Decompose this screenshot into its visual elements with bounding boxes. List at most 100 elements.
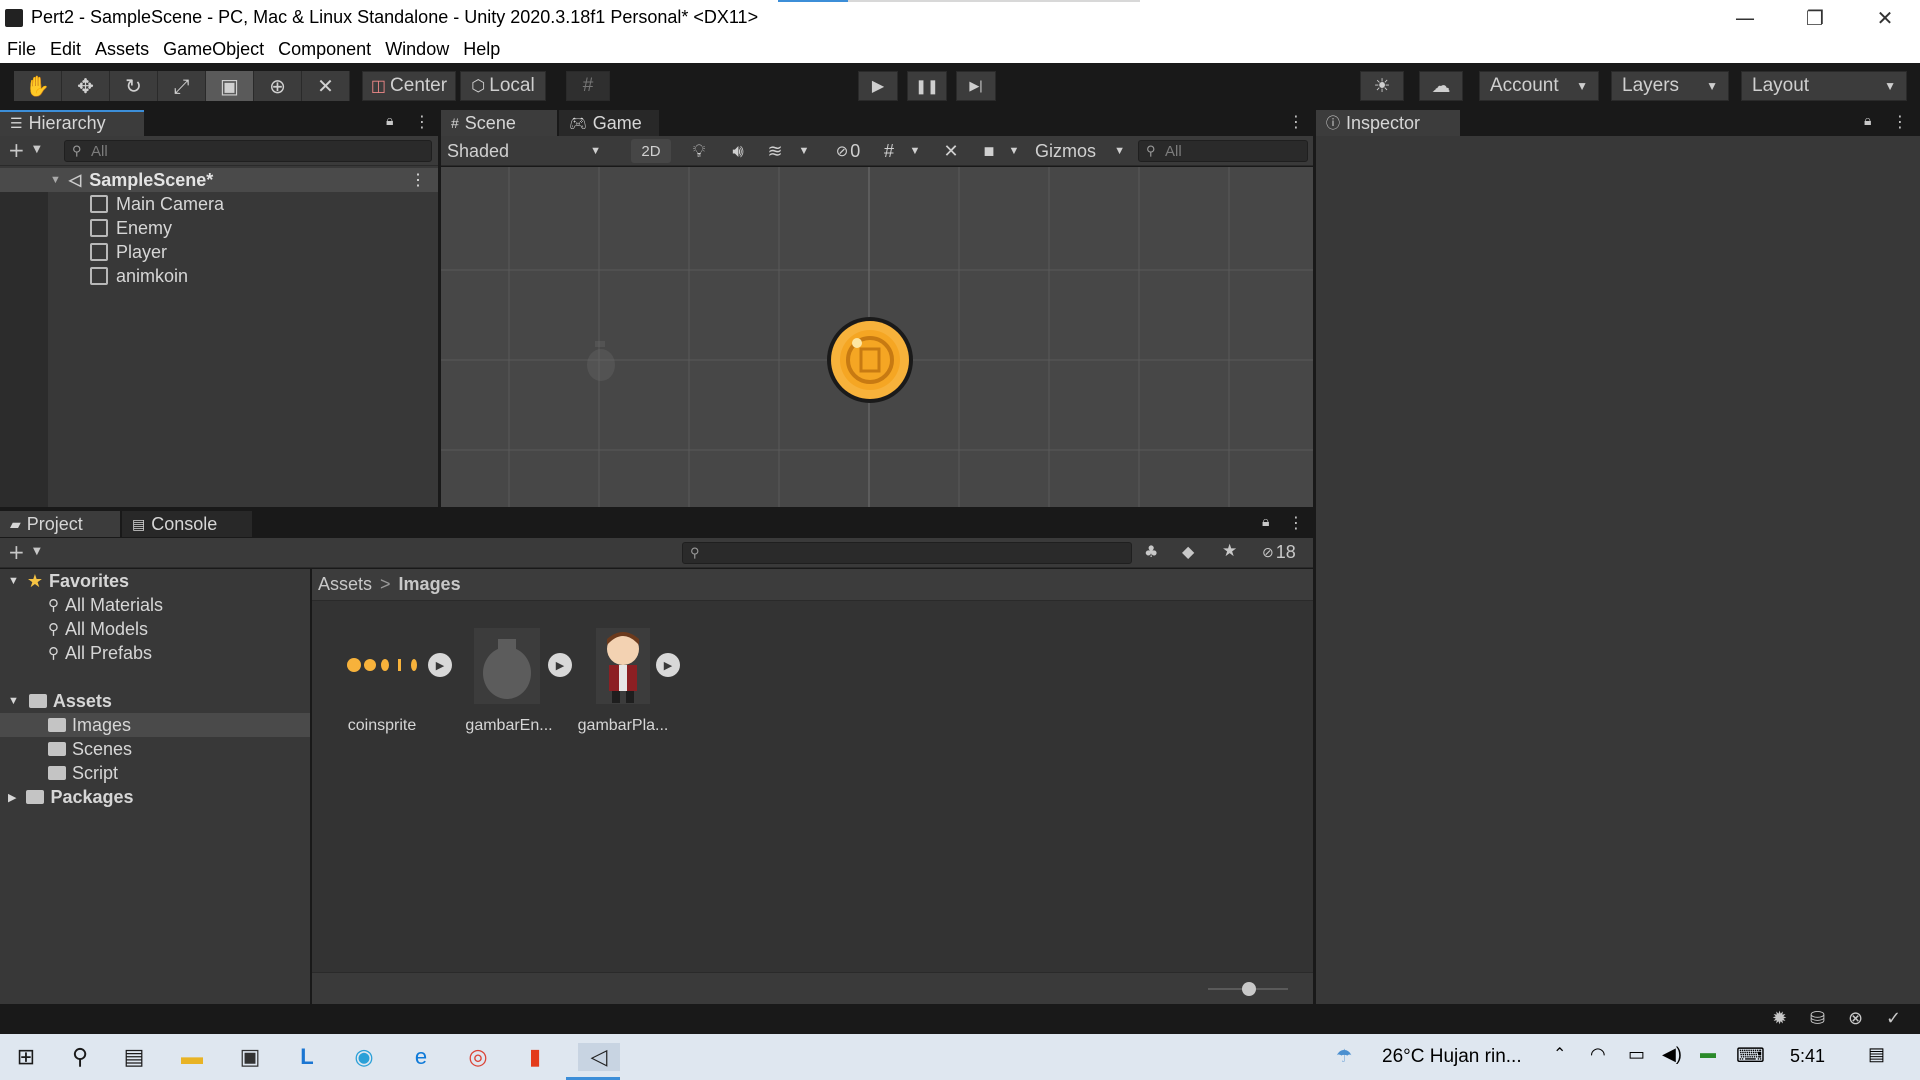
rect-tool-icon[interactable]: ▣ bbox=[206, 71, 254, 101]
account-dropdown[interactable]: Account ▼ bbox=[1479, 71, 1599, 101]
audio-toggle-icon[interactable]: 🔊︎ bbox=[726, 139, 750, 163]
menu-window[interactable]: Window bbox=[378, 39, 456, 60]
hierarchy-item[interactable]: Main Camera bbox=[90, 192, 224, 216]
packages-row[interactable]: ▶ Packages bbox=[0, 785, 310, 809]
lighting-toggle-icon[interactable]: 💡︎ bbox=[687, 139, 711, 163]
menu-edit[interactable]: Edit bbox=[43, 39, 88, 60]
hidden-objects-toggle[interactable]: ⊘ 0 bbox=[825, 139, 871, 163]
menu-assets[interactable]: Assets bbox=[88, 39, 156, 60]
tab-project[interactable]: ▰ Project bbox=[0, 511, 120, 537]
zoom-slider-thumb[interactable] bbox=[1242, 982, 1256, 996]
chrome-icon[interactable]: ◎ bbox=[464, 1043, 492, 1071]
tab-hierarchy[interactable]: ☰ Hierarchy bbox=[0, 110, 144, 136]
chevron-down-icon[interactable]: ▼ bbox=[907, 139, 923, 163]
layout-dropdown[interactable]: Layout ▼ bbox=[1741, 71, 1907, 101]
network-icon[interactable]: ⊗ bbox=[1848, 1008, 1863, 1029]
keyboard-icon[interactable]: ⌨ bbox=[1736, 1043, 1765, 1068]
chevron-down-icon[interactable]: ▼ bbox=[33, 546, 41, 557]
shading-mode-dropdown[interactable]: Shaded ▼ bbox=[447, 139, 607, 163]
battery-icon[interactable]: ▬ bbox=[1700, 1045, 1716, 1063]
tree-item-selected[interactable]: Images bbox=[0, 713, 310, 737]
search-icon[interactable]: ⚲ bbox=[66, 1043, 94, 1071]
hierarchy-item[interactable]: animkoin bbox=[90, 264, 188, 288]
asset-gambarplayer[interactable]: ▶ gambarPla... bbox=[566, 625, 680, 735]
tools-toggle-icon[interactable]: ✕ bbox=[939, 139, 963, 163]
tree-item[interactable]: ⚲ All Materials bbox=[0, 593, 310, 617]
debug-icon[interactable]: ✹ bbox=[1772, 1008, 1787, 1029]
cloud-button[interactable]: ☁ bbox=[1419, 71, 1463, 101]
collab-button[interactable]: ☀ bbox=[1360, 71, 1404, 101]
add-icon[interactable]: + bbox=[8, 138, 25, 162]
scene-viewport[interactable] bbox=[441, 167, 1313, 507]
play-icon[interactable]: ▶ bbox=[656, 653, 680, 677]
store-icon[interactable]: ▣ bbox=[236, 1043, 264, 1071]
hand-tool-icon[interactable]: ✋ bbox=[14, 71, 62, 101]
tab-console[interactable]: ▤ Console bbox=[122, 511, 252, 537]
tab-scene[interactable]: # Scene bbox=[441, 110, 557, 136]
menu-help[interactable]: Help bbox=[456, 39, 507, 60]
project-search-input[interactable]: ⚲ bbox=[682, 542, 1132, 564]
asset-coinsprite[interactable]: ▶ coinsprite bbox=[322, 625, 452, 735]
filter-type-icon[interactable]: ♣ bbox=[1144, 542, 1158, 561]
custom-tool-icon[interactable]: ✕ bbox=[302, 71, 350, 101]
lock-icon[interactable]: 🔒︎ bbox=[1262, 514, 1269, 530]
chevron-down-icon[interactable]: ▼ bbox=[1006, 139, 1022, 163]
favorites-row[interactable]: ▼ ★ Favorites bbox=[0, 569, 310, 593]
assets-row[interactable]: ▼ Assets bbox=[0, 689, 310, 713]
kebab-menu-icon[interactable]: ⋮ bbox=[414, 112, 430, 131]
tree-item[interactable]: ⚲ All Models bbox=[0, 617, 310, 641]
play-button[interactable]: ▶ bbox=[858, 71, 898, 101]
play-icon[interactable]: ▶ bbox=[428, 653, 452, 677]
windows-start-icon[interactable]: ⊞ bbox=[12, 1043, 40, 1071]
menu-file[interactable]: File bbox=[0, 39, 43, 60]
asset-gambarenemy[interactable]: ▶ gambarEn... bbox=[452, 625, 572, 735]
expand-arrow-icon[interactable]: ▼ bbox=[8, 575, 19, 587]
rotate-tool-icon[interactable]: ↻ bbox=[110, 71, 158, 101]
layers-dropdown[interactable]: Layers ▼ bbox=[1611, 71, 1729, 101]
lock-icon[interactable]: 🔒︎ bbox=[1864, 113, 1871, 129]
add-icon[interactable]: + bbox=[8, 540, 25, 564]
breadcrumb-images[interactable]: Images bbox=[399, 574, 461, 595]
camera-icon[interactable]: ■ bbox=[977, 139, 1001, 163]
edge-icon[interactable]: e bbox=[407, 1043, 435, 1071]
chevron-down-icon[interactable]: ▼ bbox=[796, 139, 812, 163]
menu-gameobject[interactable]: GameObject bbox=[156, 39, 271, 60]
notification-icon[interactable]: ▤ bbox=[1868, 1044, 1885, 1065]
kebab-menu-icon[interactable]: ⋮ bbox=[410, 170, 426, 190]
expand-arrow-icon[interactable]: ▶ bbox=[8, 791, 16, 804]
wifi-icon[interactable]: ◠ bbox=[1590, 1044, 1606, 1065]
volume-icon[interactable]: ◀) bbox=[1662, 1044, 1682, 1065]
hierarchy-item[interactable]: Player bbox=[90, 240, 167, 264]
tree-item[interactable]: Scenes bbox=[0, 737, 310, 761]
expand-arrow-icon[interactable]: ▼ bbox=[8, 695, 19, 707]
weather-text[interactable]: 26°C Hujan rin... bbox=[1382, 1046, 1522, 1068]
check-circle-icon[interactable]: ✓ bbox=[1886, 1008, 1901, 1029]
kebab-menu-icon[interactable]: ⋮ bbox=[1288, 513, 1304, 532]
clock-time[interactable]: 5:41 bbox=[1790, 1046, 1825, 1067]
tree-item[interactable]: ⚲ All Prefabs bbox=[0, 641, 310, 665]
tab-inspector[interactable]: ⓘ Inspector bbox=[1316, 110, 1460, 136]
menu-component[interactable]: Component bbox=[271, 39, 378, 60]
step-button[interactable]: ▶| bbox=[956, 71, 996, 101]
kebab-menu-icon[interactable]: ⋮ bbox=[1892, 112, 1908, 131]
tree-item[interactable]: Script bbox=[0, 761, 310, 785]
unity-taskbar-icon[interactable]: ◁ bbox=[578, 1043, 620, 1071]
task-view-icon[interactable]: ▤ bbox=[120, 1043, 148, 1071]
chevron-up-icon[interactable]: ⌃ bbox=[1553, 1044, 1566, 1064]
pause-button[interactable]: ❚❚ bbox=[907, 71, 947, 101]
star-icon[interactable]: ★ bbox=[1222, 541, 1237, 561]
grid-toggle-icon[interactable]: # bbox=[877, 139, 901, 163]
file-explorer-icon[interactable]: ▬ bbox=[178, 1043, 206, 1071]
cache-server-icon[interactable]: ⛁ bbox=[1810, 1008, 1825, 1029]
lock-icon[interactable]: 🔒︎ bbox=[386, 113, 393, 129]
grid-snap-button[interactable]: # bbox=[566, 71, 610, 101]
transform-tool-icon[interactable]: ⊕ bbox=[254, 71, 302, 101]
gizmos-dropdown[interactable]: Gizmos ▼ bbox=[1031, 139, 1129, 163]
expand-arrow-icon[interactable]: ▼ bbox=[50, 174, 61, 186]
2d-toggle[interactable]: 2D bbox=[631, 139, 671, 163]
meet-icon[interactable]: ▭ bbox=[1628, 1044, 1645, 1065]
restore-button[interactable]: ❐ bbox=[1780, 0, 1850, 35]
pivot-center-button[interactable]: ◫ Center bbox=[362, 71, 456, 101]
effects-toggle-icon[interactable]: ≋ bbox=[763, 139, 787, 163]
app-l-icon[interactable]: L bbox=[293, 1043, 321, 1071]
